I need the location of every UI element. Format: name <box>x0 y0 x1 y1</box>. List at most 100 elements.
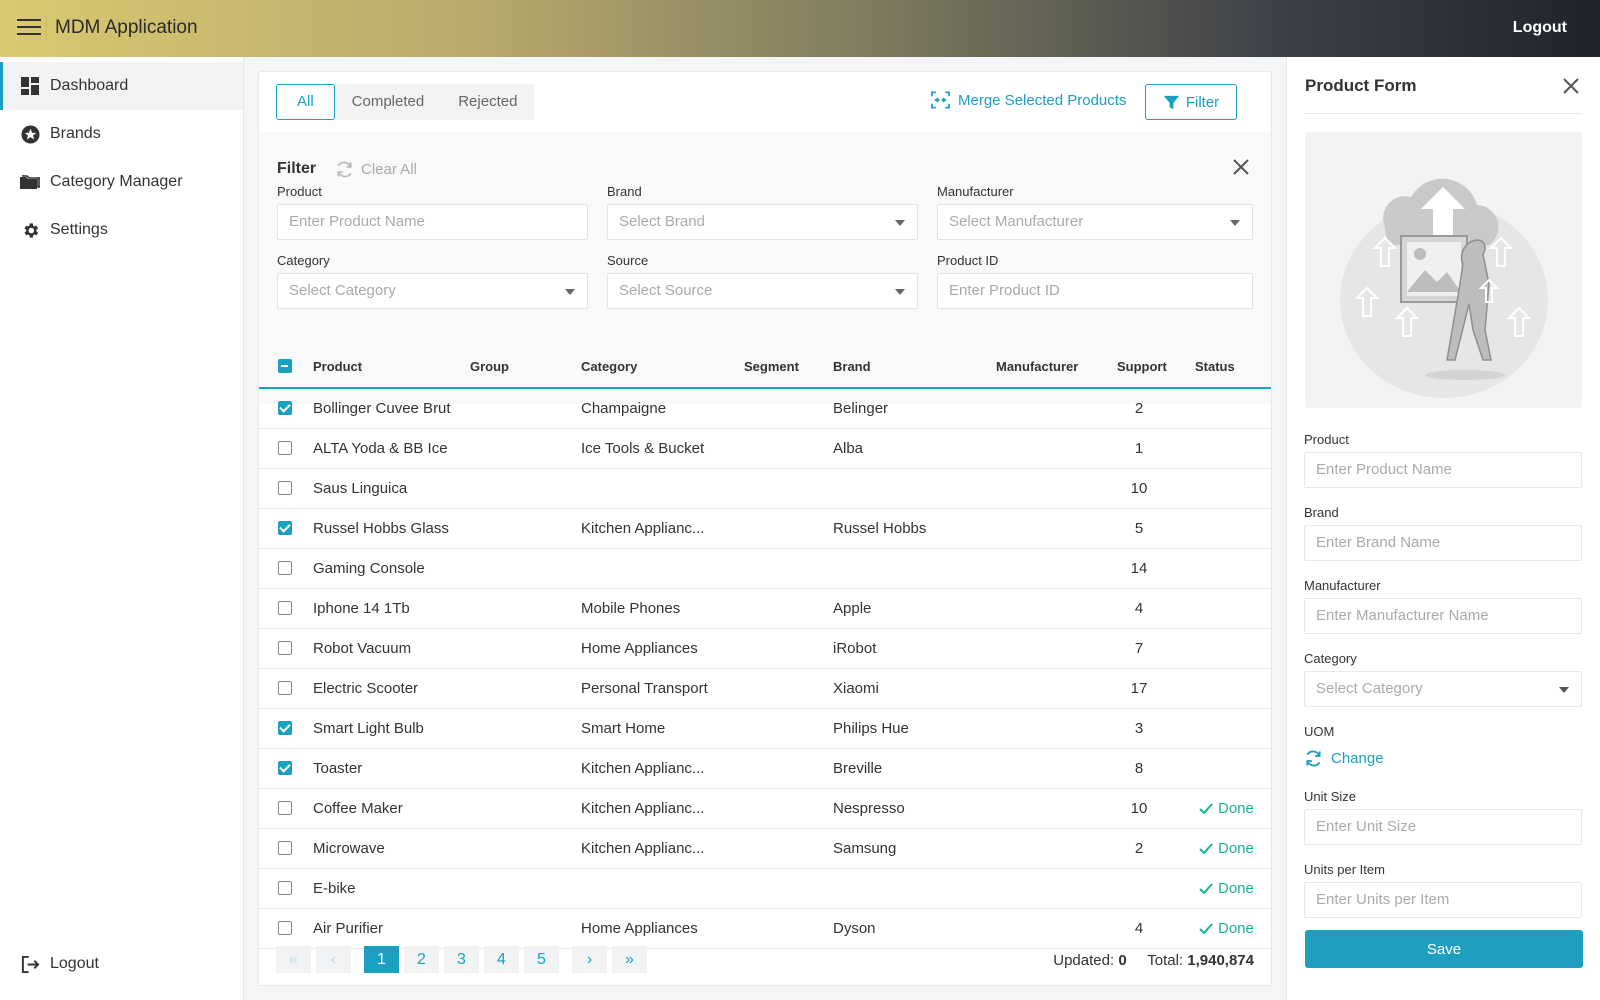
cell-support: 5 <box>1134 520 1144 537</box>
column-header-status[interactable]: Status <box>1195 359 1235 374</box>
form-unitsper-input[interactable]: Enter Units per Item <box>1304 882 1582 918</box>
prev-page-button[interactable]: ‹ <box>316 946 351 973</box>
header-logout-link[interactable]: Logout <box>1513 19 1567 37</box>
column-header-segment[interactable]: Segment <box>744 359 799 374</box>
table-row[interactable]: Microwave Kitchen Applianc... Samsung 2 Done <box>259 829 1271 869</box>
sidebar-logout[interactable]: Logout <box>0 940 243 988</box>
check-icon <box>1199 842 1213 854</box>
table-row[interactable]: Gaming Console 14 <box>259 549 1271 589</box>
row-checkbox[interactable] <box>278 881 292 895</box>
table-row[interactable]: E-bike Done <box>259 869 1271 909</box>
star-badge-icon <box>20 124 40 144</box>
column-header-manufacturer[interactable]: Manufacturer <box>996 359 1078 374</box>
form-category-select[interactable]: Select Category <box>1304 671 1582 707</box>
cell-product: Electric Scooter <box>313 680 419 697</box>
column-header-support[interactable]: Support <box>1117 359 1167 374</box>
cell-product: Toaster <box>313 760 363 777</box>
filter-manufacturer-select[interactable]: Select Manufacturer <box>937 204 1253 240</box>
cell-support: 2 <box>1134 400 1144 417</box>
table-row[interactable]: Smart Light Bulb Smart Home Philips Hue 3 <box>259 709 1271 749</box>
filter-productid-input[interactable]: Enter Product ID <box>937 273 1253 309</box>
product-table-body: Bollinger Cuvee Brut Champaigne Belinger 2 A… <box>259 389 1271 949</box>
merge-selected-button[interactable]: Merge Selected Products <box>931 91 1126 109</box>
table-row[interactable]: Bollinger Cuvee Brut Champaigne Belinger 2 <box>259 389 1271 429</box>
page-4-button[interactable]: 4 <box>484 946 519 973</box>
table-row[interactable]: Electric Scooter Personal Transport Xiaomi… <box>259 669 1271 709</box>
column-header-brand[interactable]: Brand <box>833 359 871 374</box>
cell-brand: Breville <box>833 760 883 777</box>
cell-product: Microwave <box>313 840 385 857</box>
row-checkbox[interactable] <box>278 841 292 855</box>
form-category-label: Category <box>1304 651 1357 666</box>
filter-brand-select[interactable]: Select Brand <box>607 204 918 240</box>
column-header-product[interactable]: Product <box>313 359 362 374</box>
form-brand-input[interactable]: Enter Brand Name <box>1304 525 1582 561</box>
hamburger-menu-icon[interactable] <box>17 19 41 37</box>
row-checkbox[interactable] <box>278 761 292 775</box>
next-page-button[interactable]: › <box>572 946 607 973</box>
cell-category: Kitchen Applianc... <box>581 520 705 537</box>
table-row[interactable]: Coffee Maker Kitchen Applianc... Nespresso… <box>259 789 1271 829</box>
sidebar-item-label: Category Manager <box>50 173 183 190</box>
row-checkbox[interactable] <box>278 801 292 815</box>
cell-product: Bollinger Cuvee Brut <box>313 400 451 417</box>
column-header-group[interactable]: Group <box>470 359 509 374</box>
filter-button[interactable]: Filter <box>1145 84 1237 120</box>
form-product-input[interactable]: Enter Product Name <box>1304 452 1582 488</box>
row-checkbox[interactable] <box>278 441 292 455</box>
form-unitsize-input[interactable]: Enter Unit Size <box>1304 809 1582 845</box>
form-uom-label: UOM <box>1304 724 1335 739</box>
filter-source-select[interactable]: Select Source <box>607 273 918 309</box>
table-row[interactable]: Russel Hobbs Glass Kitchen Applianc... Rus… <box>259 509 1271 549</box>
table-row[interactable]: Saus Linguica 10 <box>259 469 1271 509</box>
tab-rejected[interactable]: Rejected <box>441 84 535 120</box>
sidebar-item-category-manager[interactable]: Category Manager <box>0 158 243 206</box>
sidebar-item-brands[interactable]: Brands <box>0 110 243 158</box>
updated-label: Updated: <box>1053 952 1115 969</box>
page-2-button[interactable]: 2 <box>404 946 439 973</box>
filter-title: Filter <box>277 160 317 177</box>
row-checkbox[interactable] <box>278 681 292 695</box>
uom-change-button[interactable]: Change <box>1304 749 1384 768</box>
close-filter-icon[interactable] <box>1232 158 1252 178</box>
cell-support: 7 <box>1134 640 1144 657</box>
merge-icon <box>931 91 950 109</box>
select-all-checkbox[interactable] <box>278 359 292 373</box>
column-header-category[interactable]: Category <box>581 359 637 374</box>
logout-icon <box>20 954 40 974</box>
page-3-button[interactable]: 3 <box>444 946 479 973</box>
page-1-button[interactable]: 1 <box>364 946 399 973</box>
save-button[interactable]: Save <box>1305 930 1583 968</box>
row-checkbox[interactable] <box>278 921 292 935</box>
row-checkbox[interactable] <box>278 721 292 735</box>
sidebar-item-dashboard[interactable]: Dashboard <box>0 62 243 110</box>
row-checkbox[interactable] <box>278 481 292 495</box>
row-checkbox[interactable] <box>278 601 292 615</box>
clear-all-button[interactable]: Clear All <box>335 160 417 179</box>
tab-all[interactable]: All <box>276 84 335 120</box>
cell-product: Saus Linguica <box>313 480 408 497</box>
form-manufacturer-input[interactable]: Enter Manufacturer Name <box>1304 598 1582 634</box>
table-row[interactable]: Air Purifier Home Appliances Dyson 4 Done <box>259 909 1271 949</box>
first-page-button[interactable]: « <box>276 946 311 973</box>
tab-completed[interactable]: Completed <box>334 84 442 120</box>
page-5-button[interactable]: 5 <box>524 946 559 973</box>
cell-category: Champaigne <box>581 400 667 417</box>
cell-support: 3 <box>1134 720 1144 737</box>
filter-category-select[interactable]: Select Category <box>277 273 588 309</box>
image-upload-illustration[interactable] <box>1305 132 1582 408</box>
funnel-icon <box>1163 95 1179 109</box>
table-row[interactable]: Toaster Kitchen Applianc... Breville 8 <box>259 749 1271 789</box>
filter-product-input[interactable]: Enter Product Name <box>277 204 588 240</box>
close-form-icon[interactable] <box>1562 77 1580 95</box>
row-checkbox[interactable] <box>278 561 292 575</box>
row-checkbox[interactable] <box>278 521 292 535</box>
last-page-button[interactable]: » <box>612 946 647 973</box>
table-row[interactable]: ALTA Yoda & BB Ice Ice Tools & Bucket Alba… <box>259 429 1271 469</box>
table-row[interactable]: Iphone 14 1Tb Mobile Phones Apple 4 <box>259 589 1271 629</box>
row-checkbox[interactable] <box>278 401 292 415</box>
sidebar-item-settings[interactable]: Settings <box>0 206 243 254</box>
cell-brand: Dyson <box>833 920 876 937</box>
table-row[interactable]: Robot Vacuum Home Appliances iRobot 7 <box>259 629 1271 669</box>
row-checkbox[interactable] <box>278 641 292 655</box>
